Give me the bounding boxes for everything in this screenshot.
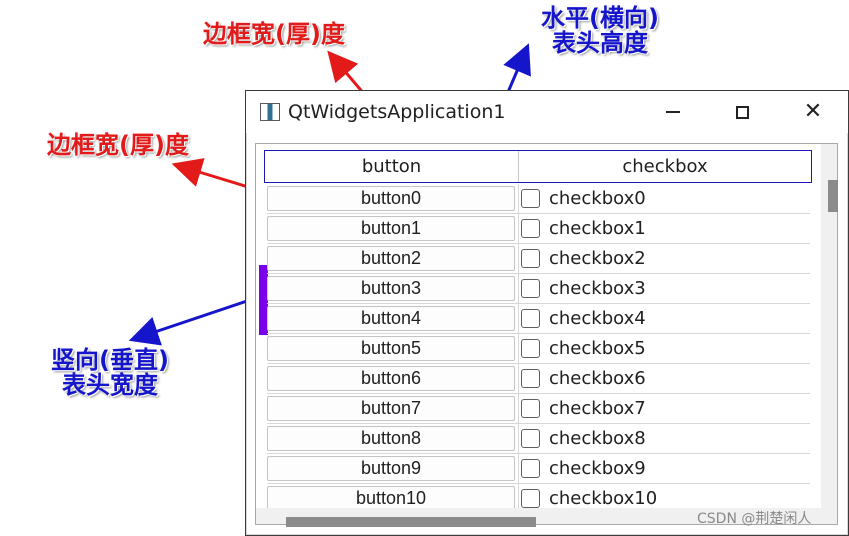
row-checkbox[interactable]: checkbox9 (518, 454, 811, 483)
checkbox-label: checkbox2 (549, 248, 646, 269)
close-button[interactable]: ✕ (783, 91, 843, 133)
checkbox-icon[interactable] (521, 309, 540, 328)
row-button[interactable]: button5 (267, 336, 515, 361)
row-button[interactable]: button3 (267, 276, 515, 301)
row-checkbox[interactable]: checkbox3 (518, 274, 811, 303)
checkbox-icon[interactable] (521, 249, 540, 268)
checkbox-label: checkbox8 (549, 428, 646, 449)
table-viewport: button checkbox button0 checkbox0 button… (256, 144, 821, 508)
row-checkbox[interactable]: checkbox10 (518, 484, 811, 508)
title-bar[interactable]: QtWidgetsApplication1 ✕ (246, 91, 848, 133)
checkbox-label: checkbox4 (549, 308, 646, 329)
row-checkbox[interactable]: checkbox0 (518, 184, 811, 213)
row-checkbox[interactable]: checkbox8 (518, 424, 811, 453)
header-button[interactable]: button (265, 151, 519, 182)
checkbox-label: checkbox7 (549, 398, 646, 419)
app-window: QtWidgetsApplication1 ✕ button checkbox … (245, 90, 849, 536)
close-icon: ✕ (803, 99, 823, 124)
horizontal-scrollbar-thumb[interactable] (286, 517, 536, 527)
checkbox-icon[interactable] (521, 189, 540, 208)
minimize-button[interactable] (643, 91, 703, 133)
checkbox-icon[interactable] (521, 429, 540, 448)
minimize-icon (666, 111, 680, 113)
maximize-button[interactable] (712, 91, 772, 133)
row-button[interactable]: button2 (267, 246, 515, 271)
vertical-scrollbar-thumb[interactable] (828, 180, 838, 212)
row-button[interactable]: button10 (267, 486, 515, 508)
annotation-horizontal-header-height: 水平(横向) 表头高度 (541, 4, 659, 58)
checkbox-label: checkbox5 (549, 338, 646, 359)
table-row: button9 checkbox9 (267, 454, 810, 484)
row-button[interactable]: button9 (267, 456, 515, 481)
row-button[interactable]: button6 (267, 366, 515, 391)
table-row: button7 checkbox7 (267, 394, 810, 424)
table-widget: button checkbox button0 checkbox0 button… (255, 143, 838, 527)
table-row: button0 checkbox0 (267, 184, 810, 214)
checkbox-label: checkbox10 (549, 488, 658, 508)
checkbox-icon[interactable] (521, 219, 540, 238)
row-button[interactable]: button7 (267, 396, 515, 421)
row-checkbox[interactable]: checkbox6 (518, 364, 811, 393)
checkbox-icon[interactable] (521, 459, 540, 478)
window-title: QtWidgetsApplication1 (288, 101, 506, 123)
checkbox-icon[interactable] (521, 369, 540, 388)
row-button[interactable]: button8 (267, 426, 515, 451)
horizontal-header: button checkbox (264, 150, 812, 183)
row-checkbox[interactable]: checkbox1 (518, 214, 811, 243)
app-icon (260, 103, 280, 121)
row-button[interactable]: button4 (267, 306, 515, 331)
checkbox-label: checkbox3 (549, 278, 646, 299)
table-row: button10 checkbox10 (267, 484, 810, 508)
checkbox-label: checkbox6 (549, 368, 646, 389)
row-button[interactable]: button1 (267, 216, 515, 241)
row-checkbox[interactable]: checkbox4 (518, 304, 811, 333)
annotation-border-width-left: 边框宽(厚)度 (47, 131, 189, 159)
table-row: button1 checkbox1 (267, 214, 810, 244)
annotation-border-width-top: 边框宽(厚)度 (203, 20, 345, 48)
table-row: button8 checkbox8 (267, 424, 810, 454)
row-checkbox[interactable]: checkbox2 (518, 244, 811, 273)
checkbox-icon[interactable] (521, 399, 540, 418)
table-row: button2 checkbox2 (267, 244, 810, 274)
maximize-icon (735, 105, 749, 119)
row-checkbox[interactable]: checkbox7 (518, 394, 811, 423)
table-row: button3 checkbox3 (267, 274, 810, 304)
checkbox-icon[interactable] (521, 279, 540, 298)
checkbox-icon[interactable] (521, 339, 540, 358)
checkbox-label: checkbox0 (549, 188, 646, 209)
checkbox-icon[interactable] (521, 489, 540, 508)
header-checkbox[interactable]: checkbox (519, 151, 811, 182)
row-checkbox[interactable]: checkbox5 (518, 334, 811, 363)
annotation-vertical-header-width: 竖向(垂直) 表头宽度 (51, 346, 169, 400)
checkbox-label: checkbox9 (549, 458, 646, 479)
vertical-scrollbar[interactable] (821, 144, 838, 508)
table-row: button6 checkbox6 (267, 364, 810, 394)
table-row: button5 checkbox5 (267, 334, 810, 364)
table-row: button4 checkbox4 (267, 304, 810, 334)
watermark: CSDN @荆楚闲人 (697, 511, 812, 527)
row-button[interactable]: button0 (267, 186, 515, 211)
checkbox-label: checkbox1 (549, 218, 646, 239)
